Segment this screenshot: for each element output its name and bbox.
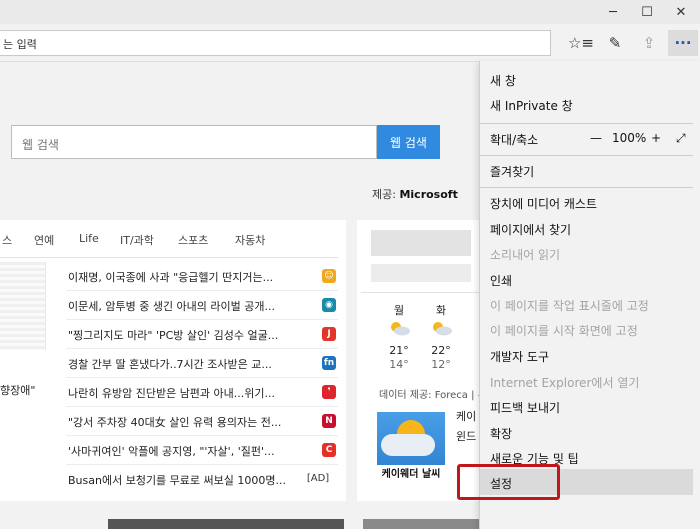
settings-highlight-box	[457, 464, 560, 500]
news-item[interactable]: "강서 주차장 40대女 살인 유력 용의자는 전... N	[66, 407, 338, 436]
tab-category-0[interactable]: 스	[2, 232, 12, 248]
minimize-button[interactable]: ─	[596, 0, 630, 24]
cloud-graphic	[381, 434, 435, 456]
source-logo-icon: ◉	[322, 298, 336, 312]
menu-item-print[interactable]: 인쇄	[490, 272, 512, 289]
ad-badge: [AD]	[306, 473, 330, 484]
address-bar-text: 는 입력	[3, 38, 37, 51]
menu-item-new-window[interactable]: 새 창	[490, 72, 516, 89]
source-logo-icon: fn	[322, 356, 336, 370]
blurred-temperature	[371, 264, 471, 282]
news-title[interactable]: Busan에서 보청기를 무료로 써보실 1000명...	[68, 472, 304, 488]
provider-prefix: 제공:	[372, 188, 400, 201]
news-title[interactable]: 경찰 간부 딸 혼냈다가..7시간 조사받은 교...	[68, 356, 304, 372]
weather-day: 월	[393, 304, 405, 317]
news-title[interactable]: "강서 주차장 40대女 살인 유력 용의자는 전...	[68, 414, 304, 430]
zoom-level: 100%	[612, 131, 647, 145]
weather-card: 월 21° 14° 화 22° 12° 데이터 제공: Foreca | 유 케…	[357, 220, 487, 501]
menu-item-cast-media[interactable]: 장치에 미디어 캐스트	[490, 195, 597, 212]
news-item[interactable]: 나란히 유방암 진단받은 남편과 아내...위기... ❜	[66, 378, 338, 407]
news-title[interactable]: 나란히 유방암 진단받은 남편과 아내...위기...	[68, 385, 304, 401]
news-item[interactable]: 경찰 간부 딸 혼냈다가..7시간 조사받은 교... fn	[66, 349, 338, 378]
zoom-out-button[interactable]: —	[590, 131, 602, 145]
tab-category-autos[interactable]: 자동차	[235, 232, 265, 248]
menu-item-new-inprivate-window[interactable]: 새 InPrivate 창	[490, 97, 573, 114]
bottom-image[interactable]	[363, 519, 479, 529]
bottom-image[interactable]	[108, 519, 344, 529]
title-bar: ─ ☐ ✕	[0, 0, 700, 24]
source-logo-icon: ❜	[322, 385, 336, 399]
weather-news-subtitle[interactable]: 윈드	[456, 428, 476, 444]
news-title[interactable]: 이문세, 암투병 중 생긴 아내의 라이벌 공개...	[68, 298, 304, 314]
tab-category-it[interactable]: IT/과학	[120, 232, 154, 248]
menu-item-developer-tools[interactable]: 개발자 도구	[490, 348, 549, 365]
weather-divider	[361, 292, 481, 293]
menu-item-send-feedback[interactable]: 피드백 보내기	[490, 399, 560, 416]
news-item[interactable]: Busan에서 보청기를 무료로 써보실 1000명... [AD]	[66, 465, 338, 494]
search-placeholder: 웹 검색	[22, 138, 59, 152]
news-title[interactable]: '사마귀여인' 악플에 공지영, "'자살', '질펀'...	[68, 443, 304, 459]
menu-item-pin-taskbar[interactable]: 이 페이지를 작업 표시줄에 고정	[490, 297, 649, 314]
address-bar[interactable]: 는 입력	[0, 30, 551, 56]
menu-item-zoom: 확대/축소	[490, 133, 539, 147]
news-item[interactable]: 이문세, 암투병 중 생긴 아내의 라이벌 공개... ◉	[66, 291, 338, 320]
blurred-location	[371, 230, 471, 256]
source-logo-icon: ☺	[322, 269, 336, 283]
provider-name: Microsoft	[399, 188, 458, 201]
partly-sunny-icon	[433, 322, 452, 336]
menu-item-extensions[interactable]: 확장	[490, 425, 512, 442]
news-item[interactable]: 이재명, 이국종에 사과 "응급헬기 딴지거는... ☺	[66, 262, 338, 291]
menu-divider	[480, 123, 693, 124]
menu-item-find-on-page[interactable]: 페이지에서 찾기	[490, 221, 571, 238]
provider-credit: 제공: Microsoft	[372, 186, 458, 202]
menu-item-read-aloud[interactable]: 소리내어 읽기	[490, 246, 560, 263]
partly-sunny-icon	[391, 322, 410, 336]
weather-low: 12°	[431, 358, 451, 371]
menu-divider	[480, 187, 693, 188]
menu-item-favorites[interactable]: 즐겨찾기	[490, 163, 534, 180]
weather-low: 14°	[389, 358, 409, 371]
weather-image-label[interactable]: 케이웨더 날씨	[377, 465, 445, 485]
menu-item-pin-start[interactable]: 이 페이지를 시작 화면에 고정	[490, 322, 638, 339]
tab-category-life[interactable]: Life	[79, 232, 99, 245]
tab-category-sports[interactable]: 스포츠	[178, 232, 208, 248]
favorites-hub-icon[interactable]: ☆≡	[566, 30, 596, 56]
menu-divider	[480, 155, 693, 156]
news-item[interactable]: '사마귀여인' 악플에 공지영, "'자살', '질펀'... C	[66, 436, 338, 465]
browser-toolbar: 는 입력 ☆≡ ✎ ⇪ ···	[0, 24, 700, 62]
news-item[interactable]: "찡그리지도 마라" 'PC방 살인' 김성수 얼굴... J	[66, 320, 338, 349]
fullscreen-icon[interactable]: ⤢	[676, 131, 686, 146]
more-actions-icon[interactable]: ···	[668, 30, 698, 56]
news-title[interactable]: "찡그리지도 마라" 'PC방 살인' 김성수 얼굴...	[68, 327, 304, 343]
weather-high: 22°	[431, 344, 451, 357]
source-logo-icon: C	[322, 443, 336, 457]
weather-day: 화	[435, 304, 447, 317]
category-divider	[0, 257, 338, 258]
news-thumbnail-caption[interactable]: 향장애"	[0, 382, 35, 398]
news-title[interactable]: 이재명, 이국종에 사과 "응급헬기 딴지거는...	[68, 269, 304, 285]
settings-and-more-menu: 새 창 새 InPrivate 창 확대/축소 — 100% + ⤢ 즐겨찾기 …	[479, 61, 700, 529]
close-window-button[interactable]: ✕	[664, 0, 698, 24]
menu-item-open-ie[interactable]: Internet Explorer에서 열기	[490, 374, 639, 391]
weather-high: 21°	[389, 344, 409, 357]
news-thumbnail[interactable]	[0, 262, 46, 350]
weather-credit: 데이터 제공: Foreca | 유	[379, 390, 487, 401]
source-logo-icon: N	[322, 414, 336, 428]
weather-news-title[interactable]: 케이	[456, 408, 476, 424]
tab-category-entertainment[interactable]: 연예	[34, 232, 54, 248]
source-logo-icon: J	[322, 327, 336, 341]
maximize-button[interactable]: ☐	[630, 0, 664, 24]
search-button[interactable]: 웹 검색	[377, 125, 440, 159]
zoom-in-button[interactable]: +	[651, 131, 661, 145]
share-icon[interactable]: ⇪	[634, 30, 664, 56]
news-card: 스 연예 Life IT/과학 스포츠 자동차 향장애" 이재명, 이국종에 사…	[0, 220, 346, 501]
search-input[interactable]: 웹 검색	[11, 125, 377, 159]
web-note-icon[interactable]: ✎	[600, 30, 630, 56]
